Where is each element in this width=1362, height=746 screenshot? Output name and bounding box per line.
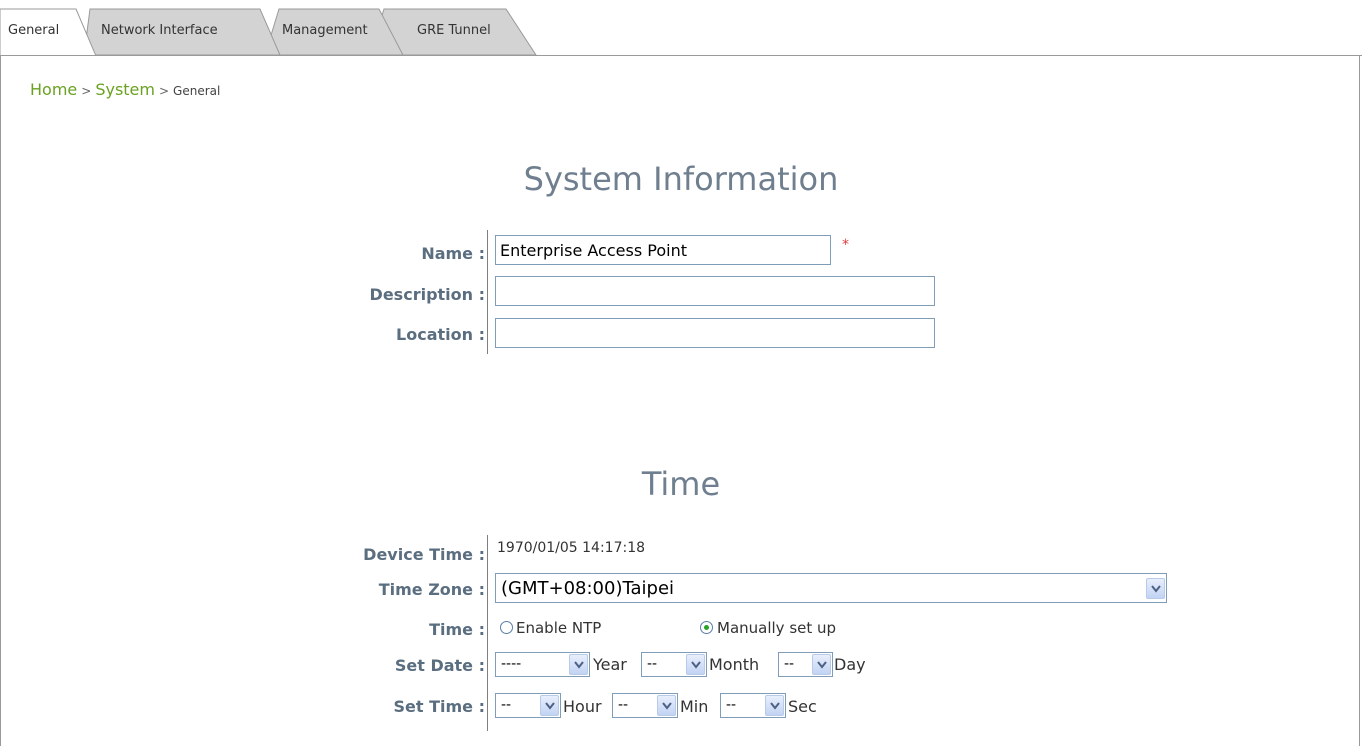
min-value: -- — [618, 697, 629, 713]
hour-value: -- — [501, 697, 512, 713]
chevron-down-icon — [540, 695, 559, 716]
required-marker: * — [842, 237, 849, 253]
enable-ntp-radio[interactable] — [500, 621, 513, 634]
enable-ntp-label: Enable NTP — [516, 619, 602, 637]
year-value: ---- — [501, 656, 522, 672]
day-select[interactable]: -- — [778, 652, 833, 677]
breadcrumb-system-link[interactable]: System — [95, 80, 155, 99]
device-time-label: Device Time : — [363, 545, 485, 564]
time-label: Time : — [429, 620, 485, 639]
chevron-down-icon — [657, 695, 676, 716]
tab-general[interactable]: General — [0, 8, 100, 56]
time-title: Time — [641, 465, 721, 503]
location-input[interactable] — [495, 318, 935, 348]
location-label: Location : — [396, 325, 485, 344]
day-value: -- — [784, 656, 795, 672]
breadcrumb: Home > System > General — [30, 80, 220, 99]
month-unit: Month — [709, 655, 760, 674]
day-unit: Day — [834, 655, 866, 674]
set-time-label: Set Time : — [393, 697, 485, 716]
system-information-title: System Information — [523, 160, 839, 198]
sec-value: -- — [726, 697, 737, 713]
chevron-down-icon — [686, 654, 705, 675]
description-input[interactable] — [495, 276, 935, 306]
breadcrumb-separator: > — [81, 84, 92, 98]
description-label: Description : — [369, 285, 485, 304]
sec-unit: Sec — [788, 697, 817, 716]
set-date-label: Set Date : — [394, 656, 485, 675]
form-divider — [487, 535, 488, 731]
content-frame — [0, 55, 1360, 746]
chevron-down-icon — [765, 695, 784, 716]
tab-label: Network Interface — [101, 23, 218, 38]
breadcrumb-separator: > — [158, 84, 170, 98]
device-time-value: 1970/01/05 14:17:18 — [497, 540, 646, 556]
tab-bar: GRE Tunnel Management Network Interface … — [0, 0, 1362, 56]
frame-top-line — [96, 55, 1362, 56]
name-label: Name : — [421, 244, 485, 263]
chevron-down-icon — [812, 654, 831, 675]
time-zone-select[interactable]: (GMT+08:00)Taipei — [495, 573, 1167, 603]
month-select[interactable]: -- — [641, 652, 707, 677]
tab-label: General — [8, 23, 60, 38]
time-zone-value: (GMT+08:00)Taipei — [501, 578, 675, 599]
hour-select[interactable]: -- — [495, 693, 561, 718]
manual-setup-label: Manually set up — [717, 619, 837, 637]
hour-unit: Hour — [563, 697, 602, 716]
year-select[interactable]: ---- — [495, 652, 590, 677]
tab-label: Management — [282, 23, 368, 38]
tab-label: GRE Tunnel — [417, 23, 491, 38]
chevron-down-icon — [1146, 578, 1165, 599]
breadcrumb-home-link[interactable]: Home — [30, 80, 77, 99]
time-zone-label: Time Zone : — [378, 580, 485, 599]
min-select[interactable]: -- — [612, 693, 678, 718]
chevron-down-icon — [569, 654, 588, 675]
year-unit: Year — [593, 655, 627, 674]
sec-select[interactable]: -- — [720, 693, 786, 718]
manual-setup-radio[interactable] — [700, 621, 713, 634]
min-unit: Min — [680, 697, 709, 716]
month-value: -- — [647, 656, 658, 672]
tab-network-interface[interactable]: Network Interface — [84, 8, 284, 56]
name-input[interactable] — [495, 235, 831, 265]
tab-management[interactable]: Management — [265, 8, 405, 56]
form-divider — [487, 230, 488, 354]
breadcrumb-current: General — [173, 84, 221, 98]
